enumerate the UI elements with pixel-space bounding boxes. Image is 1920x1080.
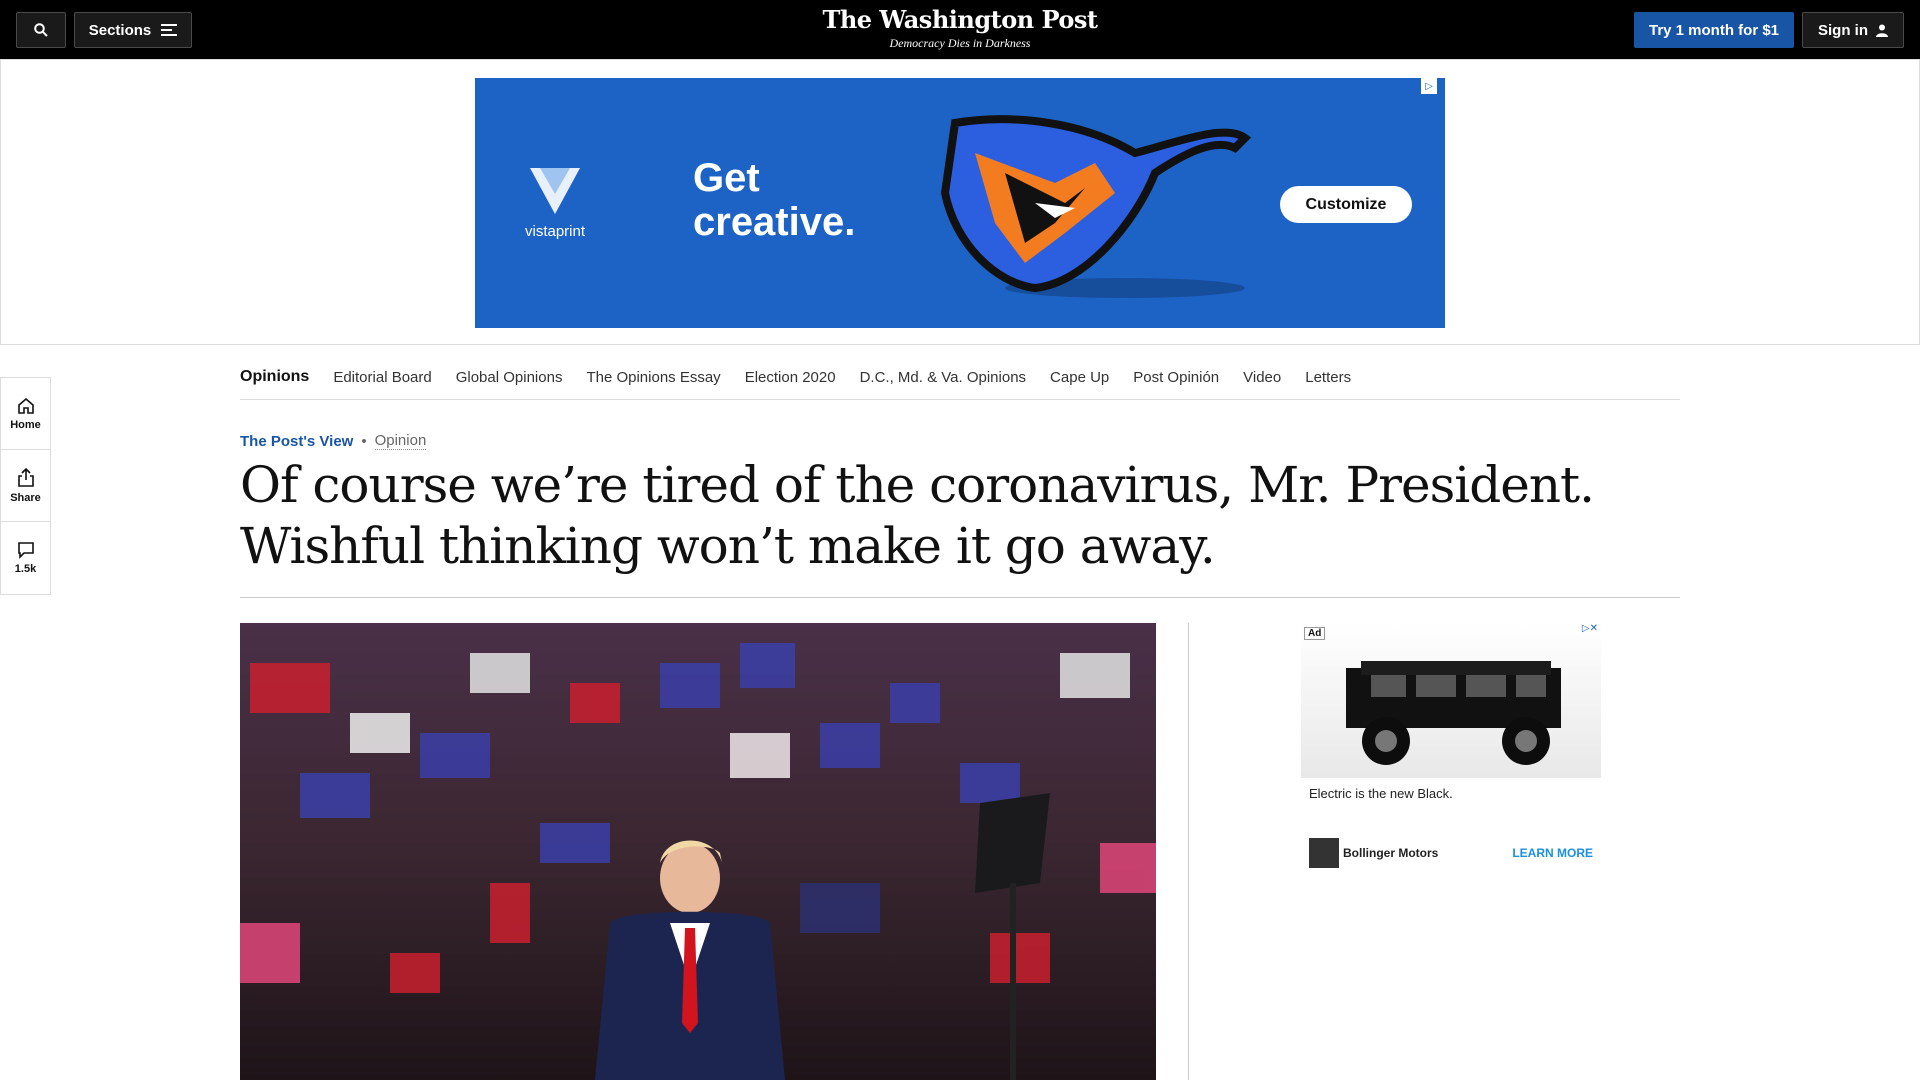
adchoices-icon[interactable]: ▷ (1421, 78, 1437, 94)
left-action-rail: Home Share 1.5k (0, 377, 51, 595)
kicker-the-posts-view[interactable]: The Post's View (240, 433, 353, 450)
learn-more-link[interactable]: LEARN MORE (1512, 846, 1593, 860)
home-label: Home (10, 418, 41, 431)
comments-count: 1.5k (14, 563, 37, 575)
face-mask-image (940, 115, 1252, 298)
sections-button[interactable]: Sections (74, 12, 192, 48)
nav-dc-md-va-opinions[interactable]: D.C., Md. & Va. Opinions (860, 369, 1026, 386)
column-divider (1188, 623, 1189, 1080)
ad-vehicle-image: Ad ▷✕ (1301, 623, 1601, 778)
ad-label: Ad (1304, 627, 1326, 640)
vistaprint-mark-icon (530, 168, 581, 214)
bollinger-side-ad[interactable]: Ad ▷✕ Electric is the new Black. Bolling… (1301, 623, 1601, 873)
nav-editorial-board[interactable]: Editorial Board (333, 369, 431, 386)
nav-opinions-essay[interactable]: The Opinions Essay (586, 369, 720, 386)
article-lead-photo[interactable] (240, 623, 1156, 1080)
article-headline: Of course we’re tired of the coronavirus… (240, 456, 1595, 575)
home-button[interactable]: Home (1, 378, 50, 450)
article-kicker: The Post's View • Opinion (240, 432, 427, 450)
ad-headline-line1: Get (693, 156, 760, 200)
tagline: Democracy Dies in Darkness (889, 36, 1031, 50)
share-icon (17, 467, 34, 487)
vistaprint-logo: vistaprint (525, 168, 585, 240)
sign-in-button[interactable]: Sign in (1802, 12, 1904, 48)
comments-button[interactable]: 1.5k (1, 522, 50, 594)
opinions-section-nav: Opinions Editorial Board Global Opinions… (240, 355, 1680, 400)
vistaprint-wordmark: vistaprint (525, 223, 586, 240)
brand-thumbnail (1309, 838, 1339, 868)
subscribe-button[interactable]: Try 1 month for $1 (1634, 12, 1794, 48)
kicker-opinion-label[interactable]: Opinion (374, 432, 427, 450)
kicker-separator: • (361, 432, 367, 450)
nav-letters[interactable]: Letters (1305, 369, 1351, 386)
side-adchoices-icon[interactable]: ▷✕ (1582, 623, 1598, 634)
ad-headline: Get creative. (693, 156, 855, 244)
site-logo[interactable]: The Washington Post Democracy Dies in Da… (760, 5, 1160, 51)
nav-global-opinions[interactable]: Global Opinions (456, 369, 563, 386)
vistaprint-banner-ad[interactable]: ▷ vistaprint Get creative. Customize (475, 78, 1445, 328)
ad-caption: Electric is the new Black. (1309, 786, 1453, 801)
sections-label: Sections (88, 21, 152, 39)
user-icon (1876, 24, 1888, 37)
nav-video[interactable]: Video (1243, 369, 1281, 386)
rally-photo (240, 623, 1156, 1080)
menu-icon (161, 24, 178, 36)
headline-divider (240, 597, 1680, 598)
nav-opinions[interactable]: Opinions (240, 368, 309, 386)
comment-icon (17, 542, 34, 559)
share-label: Share (10, 491, 41, 504)
search-icon (34, 23, 48, 37)
home-icon (17, 397, 34, 414)
ad-headline-line2: creative. (693, 200, 856, 244)
truck-image (1346, 661, 1561, 765)
customize-button[interactable]: Customize (1280, 186, 1412, 223)
nav-cape-up[interactable]: Cape Up (1050, 369, 1109, 386)
ad-brand-name: Bollinger Motors (1343, 846, 1439, 860)
sign-in-label: Sign in (1818, 21, 1868, 39)
nav-post-opinion[interactable]: Post Opinión (1133, 369, 1219, 386)
ad-brand-row: Bollinger Motors LEARN MORE (1309, 838, 1593, 868)
top-navbar: Sections The Washington Post Democracy D… (0, 0, 1920, 59)
share-button[interactable]: Share (1, 450, 50, 522)
search-button[interactable] (16, 12, 66, 48)
logo-text: The Washington Post (822, 5, 1098, 34)
nav-election-2020[interactable]: Election 2020 (745, 369, 836, 386)
